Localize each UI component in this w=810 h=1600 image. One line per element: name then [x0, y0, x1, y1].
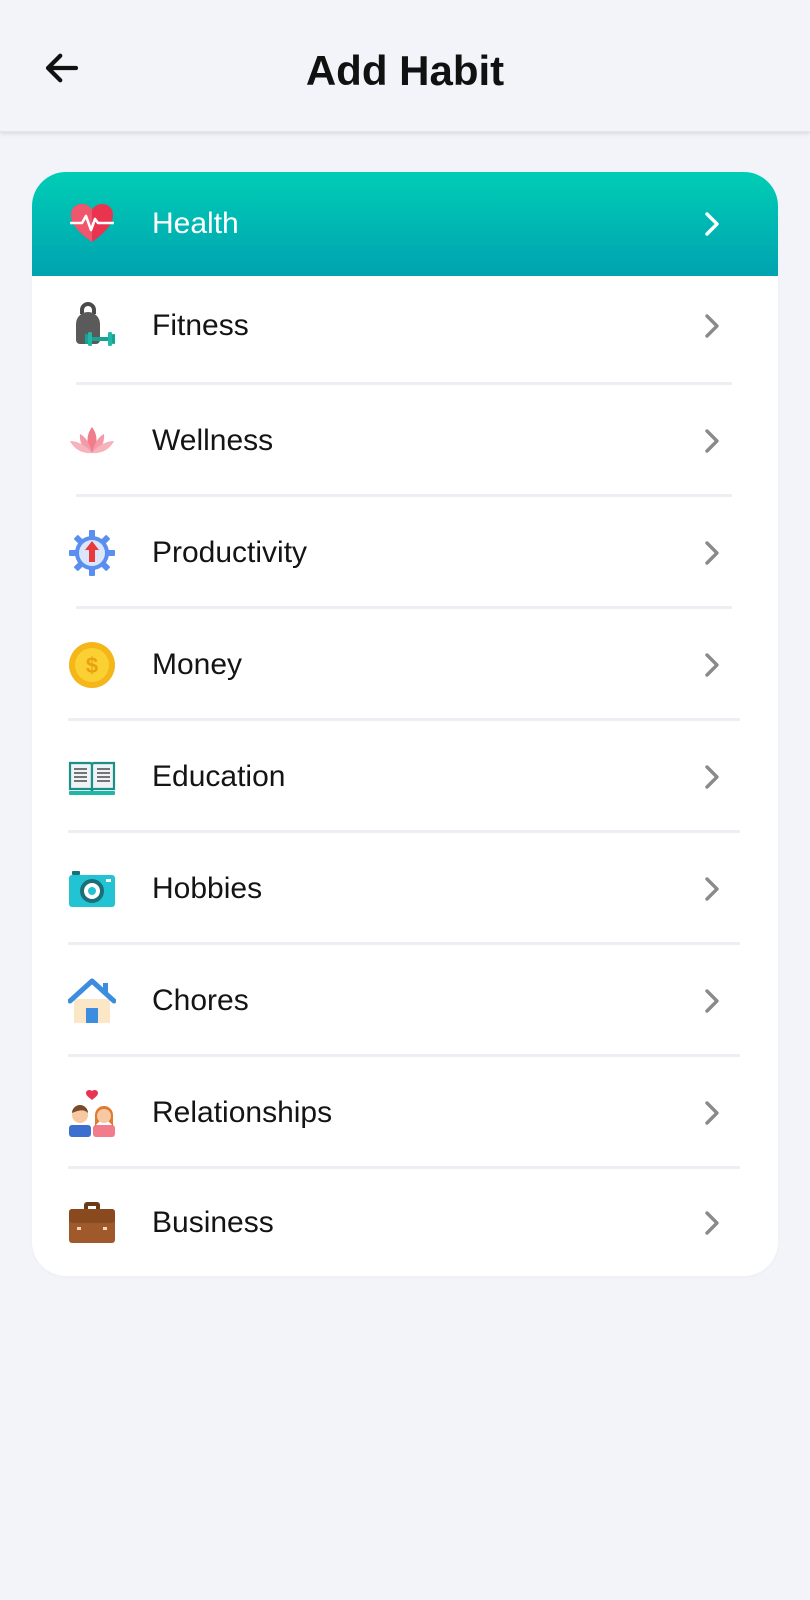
category-label: Fitness [152, 309, 249, 342]
house-icon [68, 977, 116, 1025]
category-label: Health [152, 207, 239, 240]
chevron-right-icon [698, 210, 726, 238]
kettlebell-dumbbell-icon [68, 302, 116, 350]
page-title: Add Habit [305, 47, 505, 94]
chevron-right-icon [698, 763, 726, 791]
chevron-right-icon [698, 539, 726, 567]
coin-icon: $ [68, 641, 116, 689]
category-label: Productivity [152, 536, 308, 569]
category-item-education[interactable]: Education [32, 721, 778, 833]
category-label: Business [152, 1205, 274, 1239]
chevron-right-icon [698, 427, 726, 455]
gear-arrow-up-icon [68, 529, 116, 577]
category-label: Money [152, 648, 243, 681]
arrow-left-icon [45, 53, 79, 83]
svg-text:$: $ [86, 653, 98, 678]
chevron-right-icon [698, 651, 726, 679]
category-item-hobbies[interactable]: Hobbies [32, 833, 778, 945]
category-label: Wellness [152, 424, 274, 457]
lotus-icon [68, 417, 116, 465]
category-item-wellness[interactable]: Wellness [32, 385, 778, 497]
briefcase-icon [68, 1199, 116, 1247]
category-label: Education [152, 760, 286, 793]
category-item-chores[interactable]: Chores [32, 945, 778, 1057]
open-book-icon [68, 753, 116, 801]
category-item-productivity[interactable]: Productivity [32, 497, 778, 609]
chevron-right-icon [698, 1099, 726, 1127]
heart-pulse-icon [68, 200, 116, 248]
app-bar: Add Habit [0, 0, 810, 132]
category-item-relationships[interactable]: Relationships [32, 1057, 778, 1169]
couple-icon [68, 1089, 116, 1137]
category-item-business[interactable]: Business [32, 1169, 778, 1276]
category-label: Relationships [152, 1096, 333, 1129]
category-item-money[interactable]: $ Money [32, 609, 778, 721]
category-item-health[interactable]: Health [32, 172, 778, 276]
chevron-right-icon [698, 312, 726, 340]
chevron-right-icon [698, 875, 726, 903]
category-label: Chores [152, 984, 249, 1017]
camera-icon [68, 865, 116, 913]
chevron-right-icon [698, 987, 726, 1015]
back-button[interactable] [38, 44, 86, 92]
category-label: Hobbies [152, 872, 263, 905]
category-item-fitness[interactable]: Fitness [32, 276, 778, 376]
chevron-right-icon [698, 1209, 726, 1237]
category-list: Health Fitness Wellness Productivity $ M… [32, 172, 778, 1276]
